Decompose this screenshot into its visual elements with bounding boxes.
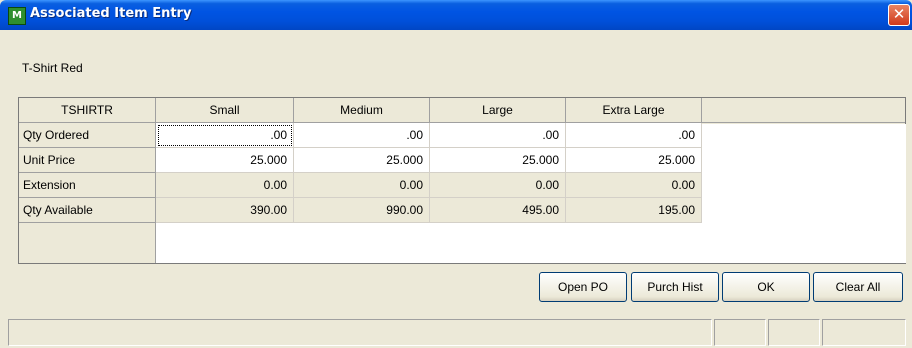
item-description: T-Shirt Red — [22, 61, 83, 75]
qty-ordered-medium-cell[interactable]: .00 — [294, 123, 430, 148]
qty-ordered-small-cell[interactable]: .00 — [156, 123, 294, 148]
row-header-blank — [19, 223, 156, 263]
column-header-extra-large[interactable]: Extra Large — [566, 98, 702, 123]
status-bar — [8, 319, 906, 346]
column-header-small[interactable]: Small — [156, 98, 294, 123]
ok-button[interactable]: OK — [722, 272, 810, 302]
row-header-extension: Extension — [19, 173, 156, 198]
row-header-qty-ordered: Qty Ordered — [19, 123, 156, 148]
qty-available-large-cell: 495.00 — [430, 198, 566, 223]
row-header-qty-available: Qty Available — [19, 198, 156, 223]
status-panel-main — [8, 319, 712, 346]
unit-price-large-cell[interactable]: 25.000 — [430, 148, 566, 173]
open-po-button[interactable]: Open PO — [539, 272, 627, 302]
extension-medium-cell: 0.00 — [294, 173, 430, 198]
unit-price-extra-large-cell[interactable]: 25.000 — [566, 148, 702, 173]
column-header-large[interactable]: Large — [430, 98, 566, 123]
qty-ordered-large-cell[interactable]: .00 — [430, 123, 566, 148]
unit-price-medium-cell[interactable]: 25.000 — [294, 148, 430, 173]
title-bar[interactable]: M Associated Item Entry ✕ — [0, 0, 912, 30]
close-button[interactable]: ✕ — [888, 4, 910, 26]
purch-hist-button[interactable]: Purch Hist — [631, 272, 719, 302]
column-header-medium[interactable]: Medium — [294, 98, 430, 123]
qty-available-medium-cell: 990.00 — [294, 198, 430, 223]
app-logo-icon: M — [8, 7, 26, 25]
window-title: Associated Item Entry — [30, 6, 192, 21]
qty-available-small-cell: 390.00 — [156, 198, 294, 223]
extension-large-cell: 0.00 — [430, 173, 566, 198]
extension-small-cell: 0.00 — [156, 173, 294, 198]
qty-available-extra-large-cell: 195.00 — [566, 198, 702, 223]
status-panel-4 — [822, 319, 906, 346]
qty-ordered-extra-large-cell[interactable]: .00 — [566, 123, 702, 148]
row-header-unit-price: Unit Price — [19, 148, 156, 173]
status-panel-3 — [768, 319, 820, 346]
status-panel-2 — [714, 319, 766, 346]
associated-item-entry-window: M Associated Item Entry ✕ T-Shirt Red TS… — [0, 0, 912, 348]
grid-corner-header: TSHIRTR — [19, 98, 156, 123]
extension-extra-large-cell: 0.00 — [566, 173, 702, 198]
column-header-blank — [702, 98, 905, 123]
unit-price-small-cell[interactable]: 25.000 — [156, 148, 294, 173]
clear-all-button[interactable]: Clear All — [813, 272, 903, 302]
